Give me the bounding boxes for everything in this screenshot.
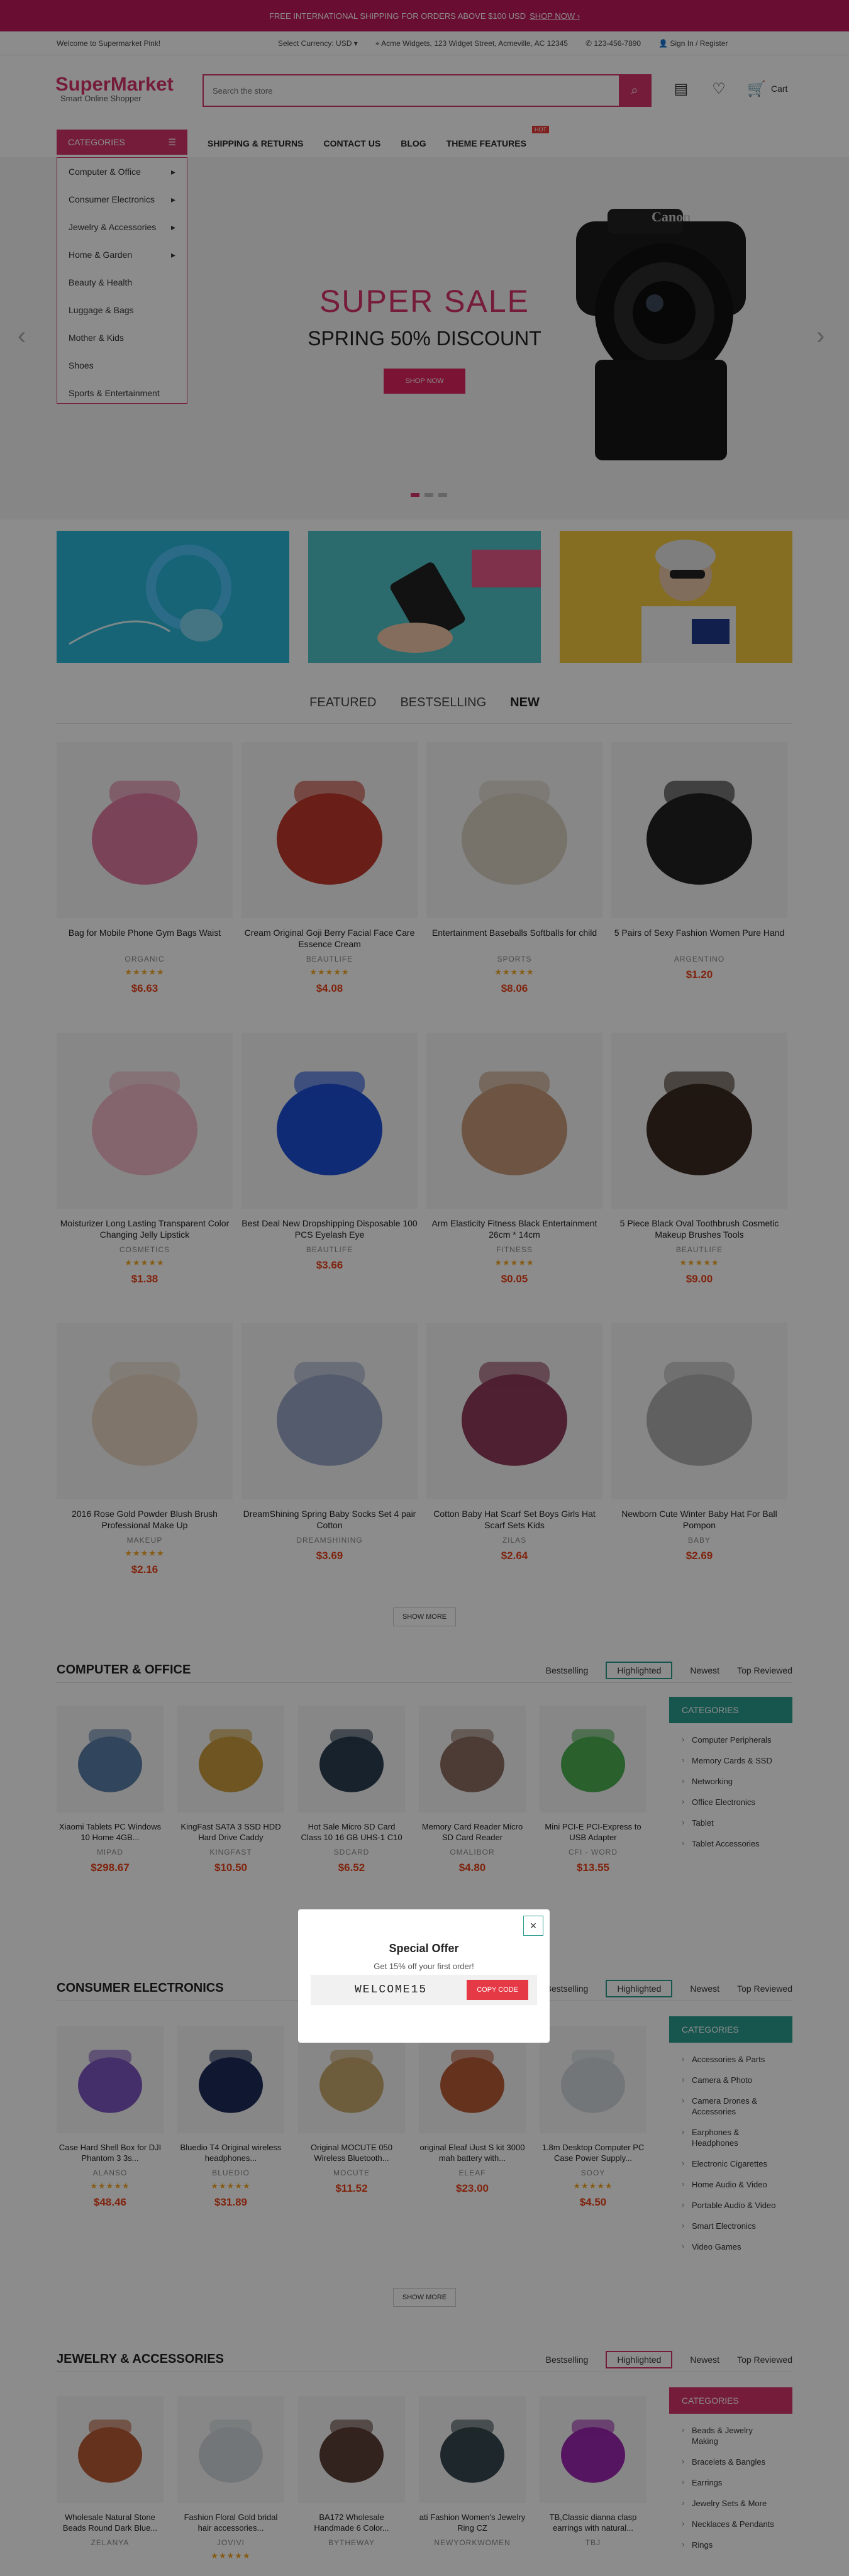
modal-overlay[interactable] [0,0,849,2576]
modal-title: Special Offer [389,1942,459,1955]
close-icon[interactable]: × [523,1916,543,1936]
coupon-code: WELCOME15 [355,1984,428,1996]
coupon-box: WELCOME15 COPY CODE [311,1975,537,2005]
modal-subtitle: Get 15% off your first order! [374,1962,474,1971]
page: FREE INTERNATIONAL SHIPPING FOR ORDERS A… [0,0,849,2576]
copy-code-button[interactable]: COPY CODE [467,1980,528,2000]
special-offer-modal: × Special Offer Get 15% off your first o… [298,1909,550,2043]
